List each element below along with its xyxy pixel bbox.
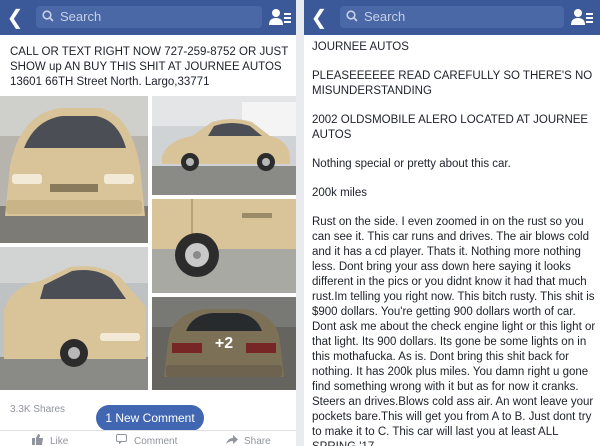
share-icon[interactable] [226,434,238,445]
search-icon [346,10,358,22]
post-paragraph: Nothing special or pretty about this car… [312,158,511,170]
post-paragraph: Rust on the side. I even zoomed in on th… [312,216,596,446]
left-post-panel: ❮ Search CALL OR TEXT RIGHT NOW 727-259-… [0,0,296,446]
car-photo[interactable] [152,199,296,293]
comment-icon[interactable] [116,434,127,445]
friends-icon[interactable] [570,7,594,27]
top-navbar: ❮ Search [0,0,296,35]
search-placeholder: Search [60,9,102,24]
like-icon[interactable] [32,434,43,445]
car-photo[interactable] [0,247,148,390]
shares-count[interactable]: 3.3K Shares [10,404,65,415]
car-photo[interactable] [152,96,296,195]
right-post-panel: ❮ Search JOURNEE AUTOS PLEASEEEEEE READ … [304,0,600,446]
photo-grid: +2 [0,96,296,390]
like-button[interactable]: Like [50,436,68,446]
car-photo[interactable] [0,96,148,243]
top-navbar: ❮ Search [304,0,600,35]
search-placeholder: Search [364,9,406,24]
post-text: JOURNEE AUTOS PLEASEEEEEE READ CAREFULLY… [312,40,596,446]
back-arrow-icon[interactable]: ❮ [6,6,24,28]
search-input[interactable]: Search [36,6,262,28]
back-arrow-icon[interactable]: ❮ [310,6,328,28]
post-text: CALL OR TEXT RIGHT NOW 727-259-8752 OR J… [10,46,289,88]
search-icon [42,10,54,22]
more-photos-count: +2 [214,334,234,352]
post-paragraph: 200k miles [312,187,367,199]
search-input[interactable]: Search [340,6,564,28]
post-actions-bar: Like Comment Share [0,430,296,446]
share-button[interactable]: Share [244,436,271,446]
friends-icon[interactable] [268,7,292,27]
new-comment-button[interactable]: 1 New Comment [96,405,204,431]
post-paragraph: PLEASEEEEEE READ CAREFULLY SO THERE'S NO… [312,70,593,97]
post-paragraph: JOURNEE AUTOS [312,41,409,53]
comment-button[interactable]: Comment [134,436,177,446]
car-photo-more[interactable]: +2 [152,297,296,390]
post-paragraph: 2002 OLDSMOBILE ALERO LOCATED AT JOURNEE… [312,114,589,141]
